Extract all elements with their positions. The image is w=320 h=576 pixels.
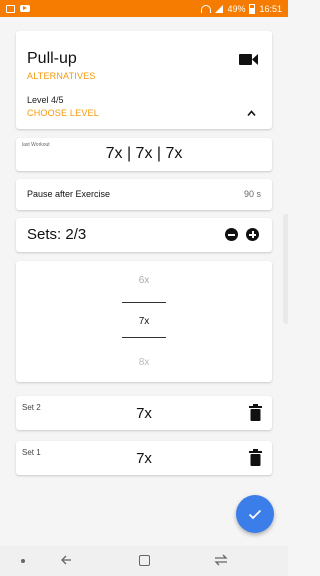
plus-circle-icon[interactable] bbox=[246, 228, 259, 241]
edge-panel-handle[interactable] bbox=[283, 214, 288, 324]
video-camera-icon[interactable] bbox=[239, 53, 258, 66]
set-value: 7x bbox=[136, 405, 152, 422]
battery-percent: 49% bbox=[227, 3, 246, 14]
trash-icon[interactable] bbox=[249, 449, 262, 466]
system-navigation-bar bbox=[0, 546, 288, 576]
picker-divider-bottom bbox=[122, 337, 166, 338]
battery-icon bbox=[249, 3, 256, 14]
signal-icon bbox=[215, 4, 224, 13]
recent-apps-icon[interactable] bbox=[139, 555, 150, 566]
status-bar: 49% 16:51 bbox=[0, 0, 288, 17]
check-icon bbox=[248, 509, 262, 519]
nav-dot-icon[interactable] bbox=[21, 559, 25, 563]
last-workout-card: last Workout 7x | 7x | 7x bbox=[16, 138, 272, 171]
wifi-icon bbox=[201, 4, 212, 13]
exercise-title: Pull-up bbox=[27, 50, 77, 67]
sets-card: Sets: 2/3 bbox=[16, 218, 272, 252]
set-value: 7x bbox=[136, 450, 152, 467]
finish-set-button[interactable] bbox=[236, 495, 274, 533]
pause-label: Pause after Exercise bbox=[27, 189, 111, 199]
last-workout-value: 7x | 7x | 7x bbox=[105, 145, 183, 162]
gallery-notification-icon bbox=[6, 4, 15, 13]
picker-selected-value[interactable]: 7x bbox=[16, 316, 272, 327]
recents-switch-icon[interactable] bbox=[214, 554, 228, 566]
alternatives-link[interactable]: ALTERNATIVES bbox=[27, 71, 96, 81]
sets-counter: Sets: 2/3 bbox=[27, 226, 87, 243]
minus-circle-icon[interactable] bbox=[225, 228, 238, 241]
completed-set-row: Set 2 7x bbox=[16, 396, 272, 430]
back-icon[interactable] bbox=[60, 554, 72, 566]
picker-next-value[interactable]: 8x bbox=[16, 357, 272, 368]
youtube-notification-icon bbox=[20, 5, 30, 12]
picker-divider-top bbox=[122, 302, 166, 303]
level-indicator: Level 4/5 bbox=[27, 95, 64, 105]
trash-icon[interactable] bbox=[249, 404, 262, 421]
reps-picker[interactable]: 6x 7x 8x bbox=[16, 261, 272, 382]
exercise-card: Pull-up ALTERNATIVES Level 4/5 CHOOSE LE… bbox=[16, 31, 272, 129]
pause-value[interactable]: 90 s bbox=[244, 189, 261, 199]
pause-setting-card[interactable]: Pause after Exercise 90 s bbox=[16, 179, 272, 210]
choose-level-link[interactable]: CHOOSE LEVEL bbox=[27, 108, 99, 118]
clock: 16:51 bbox=[259, 3, 282, 14]
chevron-up-icon[interactable] bbox=[247, 109, 256, 118]
completed-set-row: Set 1 7x bbox=[16, 441, 272, 475]
picker-previous-value[interactable]: 6x bbox=[16, 275, 272, 286]
